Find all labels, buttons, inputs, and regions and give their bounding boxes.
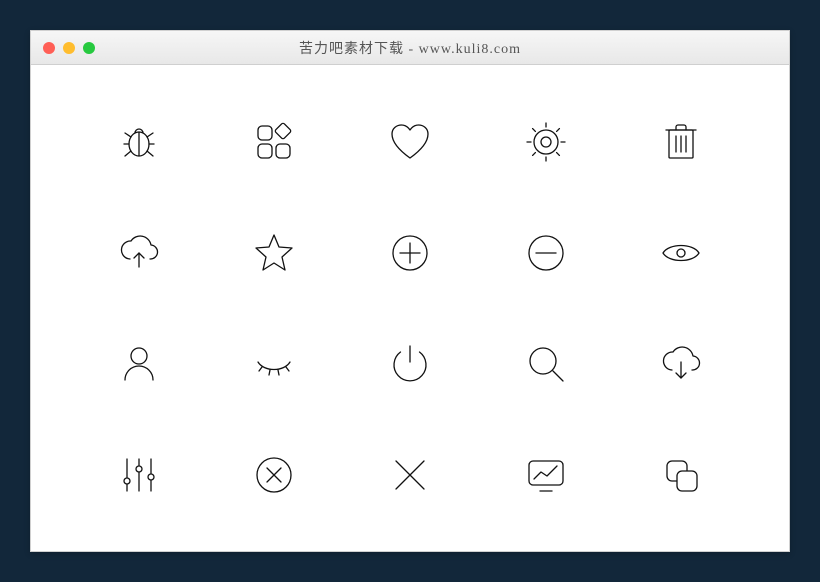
search-icon (488, 313, 604, 414)
icon-grid (31, 65, 789, 551)
grid-add-icon (217, 91, 333, 192)
cloud-upload-icon (81, 202, 197, 303)
eye-closed-icon (217, 313, 333, 414)
close-dot[interactable] (43, 42, 55, 54)
gear-icon (488, 91, 604, 192)
heart-icon (352, 91, 468, 192)
star-icon (217, 202, 333, 303)
bug-icon (81, 91, 197, 192)
plus-circle-icon (352, 202, 468, 303)
user-icon (81, 313, 197, 414)
x-circle-icon (217, 424, 333, 525)
trash-icon (623, 91, 739, 192)
sliders-icon (81, 424, 197, 525)
copy-icon (623, 424, 739, 525)
minus-circle-icon (488, 202, 604, 303)
zoom-dot[interactable] (83, 42, 95, 54)
cloud-download-icon (623, 313, 739, 414)
titlebar: 苦力吧素材下载 - www.kuli8.com (31, 31, 789, 65)
power-icon (352, 313, 468, 414)
app-window: 苦力吧素材下载 - www.kuli8.com (30, 30, 790, 552)
eye-open-icon (623, 202, 739, 303)
close-x-icon (352, 424, 468, 525)
window-title: 苦力吧素材下载 - www.kuli8.com (31, 38, 789, 58)
monitor-chart-icon (488, 424, 604, 525)
minimize-dot[interactable] (63, 42, 75, 54)
traffic-lights (43, 42, 95, 54)
